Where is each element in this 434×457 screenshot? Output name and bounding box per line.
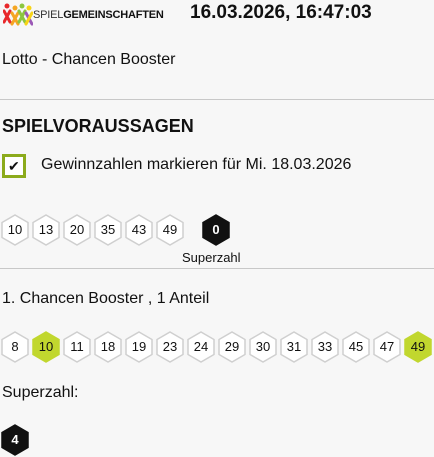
logo-text-bold: GEMEINSCHAFTEN [63, 9, 164, 21]
prediction-number: 13 [32, 214, 60, 246]
prediction-superzahl: 0 [202, 214, 230, 246]
prediction-number: 20 [63, 214, 91, 246]
tip-superzahl-value: 4 [1, 424, 29, 456]
page-subtitle: Lotto - Chancen Booster [2, 51, 176, 68]
tip-number: 29 [218, 331, 246, 363]
tip-number-hit: 10 [32, 331, 60, 363]
mark-numbers-checkbox[interactable]: ✔ [2, 154, 26, 178]
number-value: 23 [162, 339, 178, 354]
logo-text-light: SPIEL [33, 9, 64, 21]
tip-number: 33 [311, 331, 339, 363]
tip-number: 23 [156, 331, 184, 363]
number-value: 11 [70, 339, 84, 354]
tip-number: 11 [63, 331, 91, 363]
tip-number: 47 [373, 331, 401, 363]
number-value: 20 [69, 222, 85, 237]
number-value: 49 [162, 222, 178, 237]
spielgemeinschaften-logo[interactable]: SPIELGEMEINSCHAFTEN [2, 2, 173, 28]
number-value: 35 [100, 222, 116, 237]
logo-text: SPIELGEMEINSCHAFTEN [33, 9, 164, 21]
number-value: 47 [379, 339, 395, 354]
tip-number-hit: 49 [404, 331, 432, 363]
section-title: SPIELVORAUSSAGEN [2, 116, 194, 136]
tip-number: 24 [187, 331, 215, 363]
divider [0, 268, 434, 269]
datetime: 16.03.2026, 16:47:03 [190, 2, 372, 23]
mark-numbers-label[interactable]: Gewinnzahlen markieren für Mi. 18.03.202… [41, 156, 351, 174]
superzahl-label: Superzahl [182, 250, 241, 265]
number-value: 49 [410, 339, 426, 354]
superzahl-title: Superzahl: [2, 384, 79, 401]
number-value: 19 [131, 339, 147, 354]
number-value: 13 [38, 222, 54, 237]
header: SPIELGEMEINSCHAFTEN 16.03.2026, 16:47:03 [0, 0, 434, 30]
number-value: 10 [7, 222, 23, 237]
prediction-number: 35 [94, 214, 122, 246]
number-value: 4 [11, 432, 19, 447]
tip-number: 8 [1, 331, 29, 363]
tip-number: 19 [125, 331, 153, 363]
number-value: 18 [100, 339, 116, 354]
tip-number: 30 [249, 331, 277, 363]
number-value: 0 [212, 222, 220, 237]
tip-number: 18 [94, 331, 122, 363]
prediction-number: 43 [125, 214, 153, 246]
number-value: 45 [348, 339, 364, 354]
divider [0, 99, 434, 100]
number-value: 31 [286, 339, 302, 354]
tip-number: 45 [342, 331, 370, 363]
number-value: 24 [193, 339, 209, 354]
prediction-number: 49 [156, 214, 184, 246]
number-value: 8 [11, 339, 19, 354]
check-icon: ✔ [8, 158, 20, 174]
people-logo-icon [2, 3, 34, 26]
number-value: 33 [317, 339, 333, 354]
prediction-number: 10 [1, 214, 29, 246]
number-value: 43 [131, 222, 147, 237]
tip-number: 31 [280, 331, 308, 363]
number-value: 29 [224, 339, 240, 354]
tip-title: 1. Chancen Booster , 1 Anteil [2, 290, 210, 307]
number-value: 10 [38, 339, 54, 354]
number-value: 30 [255, 339, 271, 354]
